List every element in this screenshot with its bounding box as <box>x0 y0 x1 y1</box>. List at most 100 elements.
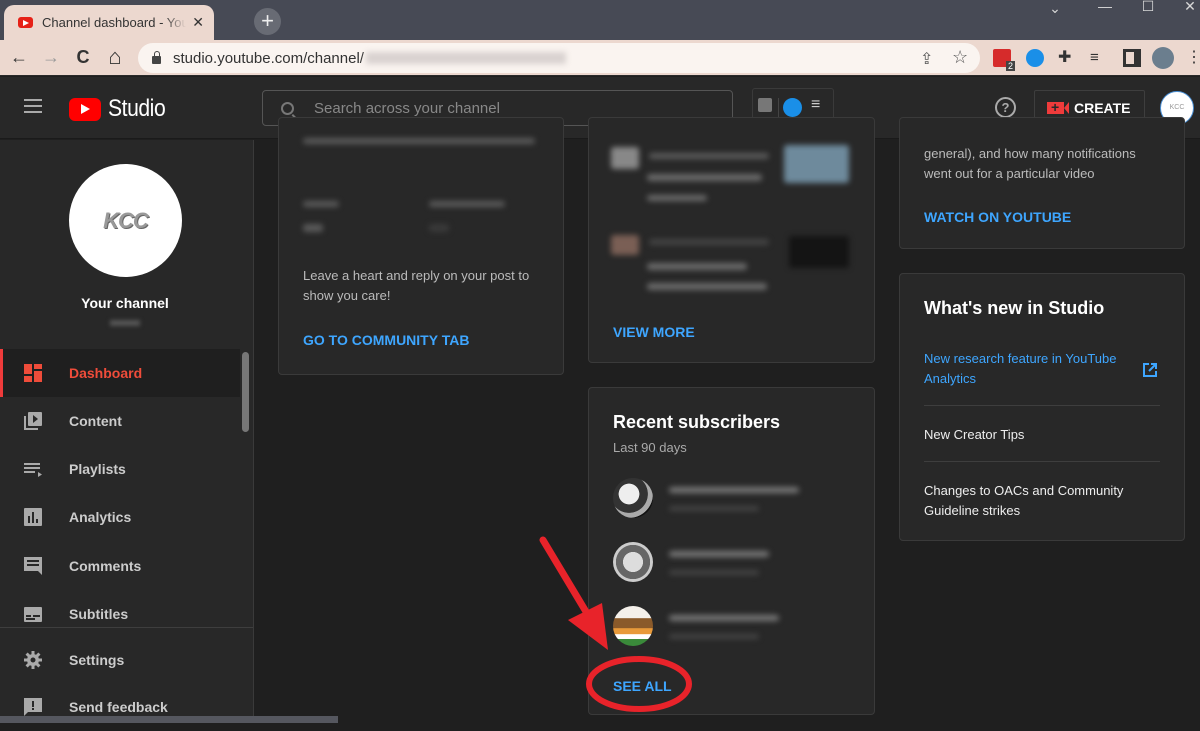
card-title: What's new in Studio <box>924 298 1105 318</box>
ext-menu-icon[interactable]: ≡ <box>811 96 820 114</box>
subscriber-avatar[interactable] <box>613 478 653 518</box>
comment-meta-redacted <box>649 239 769 245</box>
recent-subscribers-card: Recent subscribers Last 90 days SEE ALL <box>588 387 875 715</box>
sidebar-item-label: Comments <box>69 558 142 574</box>
your-channel-label[interactable]: Your channel <box>0 295 250 311</box>
subscriber-count-redacted <box>669 506 759 511</box>
hamburger-menu-icon[interactable] <box>24 99 42 113</box>
community-post-card: Leave a heart and reply on your post to … <box>278 117 564 375</box>
card-title: Recent subscribers <box>613 412 781 432</box>
url-text: studio.youtube.com/channel/ <box>173 49 364 67</box>
sidebar-item-analytics[interactable]: Analytics <box>0 493 240 541</box>
divider <box>924 461 1160 462</box>
settings-icon <box>24 651 42 669</box>
browser-tab[interactable]: Channel dashboard - YouTube Studio ✕ <box>4 5 214 40</box>
sidebar-item-dashboard[interactable]: Dashboard <box>0 349 240 397</box>
sidebar-item-label: Settings <box>69 652 125 668</box>
back-button[interactable]: ← <box>6 44 32 70</box>
news-card: general), and how many notifications wen… <box>899 117 1185 249</box>
search-icon <box>281 101 294 115</box>
sidebar-item-label: Dashboard <box>69 365 143 381</box>
create-label: CREATE <box>1074 100 1131 116</box>
subscriber-name-redacted[interactable] <box>669 615 779 621</box>
extension-blue-icon[interactable] <box>1026 49 1044 67</box>
reload-button[interactable]: C <box>70 44 96 70</box>
sidebar-scrollbar[interactable] <box>242 352 249 432</box>
channel-name-redacted <box>110 320 140 326</box>
analytics-ext-icon[interactable] <box>758 98 772 112</box>
horizontal-scrollbar[interactable] <box>0 716 338 723</box>
stat-label-redacted <box>303 201 339 207</box>
analytics-icon <box>24 508 42 526</box>
comment-text-redacted <box>647 283 767 290</box>
extensions-puzzle-icon[interactable]: ✚ <box>1058 49 1076 67</box>
browser-menu-icon[interactable]: ⋮ <box>1186 49 1200 67</box>
go-to-community-tab-link[interactable]: GO TO COMMUNITY TAB <box>303 332 469 348</box>
profile-avatar[interactable] <box>1152 47 1174 69</box>
subscriber-avatar[interactable] <box>613 606 653 646</box>
address-bar[interactable]: studio.youtube.com/channel/ ⇪ ☆ <box>138 43 980 73</box>
tubebuddy-icon[interactable] <box>783 98 802 117</box>
help-icon[interactable]: ? <box>995 97 1016 118</box>
channel-avatar[interactable]: KCC <box>69 164 182 277</box>
sidebar-item-label: Playlists <box>69 461 126 477</box>
sidebar-item-content[interactable]: Content <box>0 397 240 445</box>
whats-new-item-oacs[interactable]: Changes to OACs and Community Guideline … <box>924 481 1160 521</box>
forward-button[interactable]: → <box>38 44 64 70</box>
video-thumbnail[interactable] <box>789 236 849 268</box>
tab-close-icon[interactable]: ✕ <box>192 14 204 31</box>
media-control-icon[interactable]: ≡ <box>1090 49 1108 67</box>
whats-new-item-research[interactable]: New research feature in YouTube Analytic… <box>924 349 1124 389</box>
sidebar-item-send-feedback[interactable]: Send feedback <box>0 683 240 731</box>
sidebar: KCC Your channel Dashboard Content Playl… <box>0 140 254 723</box>
sidebar-item-label: Send feedback <box>69 699 168 715</box>
watch-on-youtube-link[interactable]: WATCH ON YOUTUBE <box>924 209 1071 225</box>
comment-text-redacted <box>647 263 747 270</box>
whats-new-item-creator-tips[interactable]: New Creator Tips <box>924 425 1160 445</box>
create-video-icon <box>1047 99 1069 115</box>
maximize-button[interactable]: ☐ <box>1133 0 1163 14</box>
subscriber-count-redacted <box>669 570 759 575</box>
sidebar-item-label: Subtitles <box>69 606 129 622</box>
youtube-logo-icon <box>69 97 101 121</box>
side-panel-icon[interactable] <box>1123 49 1141 67</box>
latest-comments-card: VIEW MORE <box>588 117 875 363</box>
sidebar-item-playlists[interactable]: Playlists <box>0 445 240 493</box>
subscriber-count-redacted <box>669 634 759 639</box>
share-icon[interactable]: ⇪ <box>920 49 933 69</box>
new-tab-button[interactable]: + <box>254 8 281 35</box>
whats-new-card: What's new in Studio New research featur… <box>899 273 1185 541</box>
see-all-link[interactable]: SEE ALL <box>613 678 672 694</box>
video-thumbnail[interactable] <box>784 145 849 183</box>
lock-icon <box>152 51 161 64</box>
subscriber-avatar[interactable] <box>613 542 653 582</box>
playlists-icon <box>24 463 42 477</box>
youtube-studio-app: Studio Search across your channel ≡ ? CR… <box>0 77 1200 723</box>
home-button[interactable]: ⌂ <box>102 44 128 70</box>
sidebar-item-label: Analytics <box>69 509 132 525</box>
stat-value-redacted <box>429 224 449 232</box>
extension-red-icon[interactable]: 2 <box>993 49 1015 71</box>
subscriber-name-redacted[interactable] <box>669 551 769 557</box>
comment-meta-redacted <box>649 153 769 159</box>
external-link-icon[interactable] <box>1142 362 1158 378</box>
community-card-body: Leave a heart and reply on your post to … <box>303 268 530 303</box>
minimize-button[interactable]: — <box>1090 0 1120 14</box>
subscriber-name-redacted[interactable] <box>669 487 799 493</box>
bookmark-star-icon[interactable]: ☆ <box>952 47 968 68</box>
commenter-avatar <box>611 147 639 169</box>
studio-logo[interactable]: Studio <box>69 95 173 123</box>
close-window-button[interactable]: ✕ <box>1175 0 1200 14</box>
divider <box>924 405 1160 406</box>
view-more-link[interactable]: VIEW MORE <box>613 324 695 340</box>
post-text-redacted <box>303 138 535 144</box>
comment-text-redacted <box>647 195 707 201</box>
stat-label-redacted <box>429 201 505 207</box>
channel-logo-text: KCC <box>103 207 149 233</box>
sidebar-item-settings[interactable]: Settings <box>0 636 240 684</box>
sidebar-item-comments[interactable]: Comments <box>0 542 240 590</box>
sidebar-item-subtitles[interactable]: Subtitles <box>0 590 240 638</box>
tab-search-icon[interactable]: ⌄ <box>1040 0 1070 16</box>
sidebar-item-label: Content <box>69 413 122 429</box>
browser-toolbar: ← → C ⌂ studio.youtube.com/channel/ ⇪ ☆ … <box>0 40 1200 76</box>
